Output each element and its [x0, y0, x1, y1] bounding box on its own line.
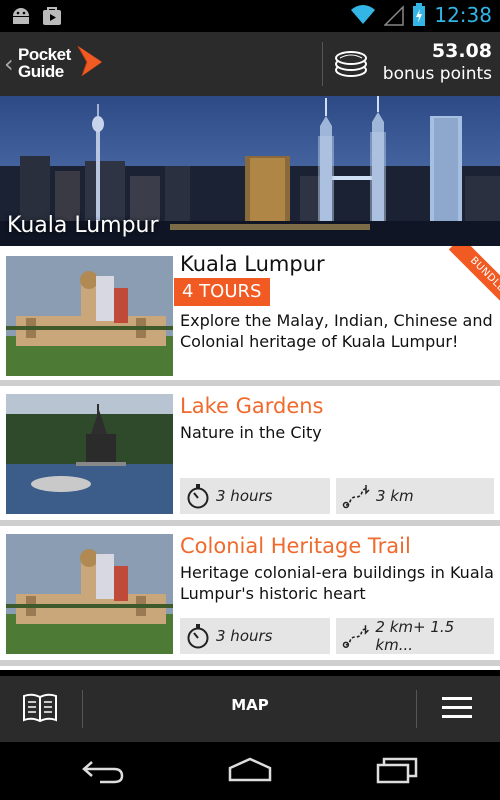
tour-thumbnail — [6, 534, 173, 654]
hamburger-menu-icon[interactable] — [442, 696, 472, 720]
stopwatch-icon — [187, 484, 209, 509]
sultan-abdul-samad-building-image — [6, 256, 173, 376]
home-nav-icon[interactable] — [226, 756, 274, 784]
city-hero-banner[interactable]: Kuala Lumpur — [0, 96, 500, 246]
bottom-action-bar: MAP — [0, 676, 500, 742]
tour-description: Explore the Malay, Indian, Chinese and C… — [180, 311, 493, 351]
bottom-divider — [416, 690, 417, 728]
back-chevron-icon[interactable]: ‹ — [4, 50, 14, 78]
tours-count-badge: 4 TOURS — [174, 278, 270, 306]
route-icon — [342, 625, 369, 648]
recent-apps-nav-icon[interactable] — [374, 756, 420, 784]
app-header: ‹ Pocket Guide 53.08 bonus points — [0, 32, 500, 96]
logo-text-line2: Guide — [18, 62, 64, 81]
logo-arrow-icon — [77, 45, 102, 77]
hero-title: Kuala Lumpur — [7, 213, 159, 238]
coins-icon[interactable] — [334, 48, 368, 78]
tour-title: Lake Gardens — [180, 394, 324, 418]
tour-card-lake-gardens[interactable]: Lake Gardens Nature in the City 3 hours … — [0, 386, 500, 520]
points-label: bonus points — [382, 64, 492, 84]
duration-chip: 3 hours — [180, 478, 330, 514]
points-value: 53.08 — [431, 40, 492, 62]
national-monument-image — [6, 394, 173, 514]
map-button[interactable]: MAP — [200, 696, 300, 714]
tour-card-partial[interactable] — [0, 666, 500, 670]
bundle-ribbon: BUNDLE — [438, 246, 500, 308]
tour-description: Heritage colonial-era buildings in Kuala… — [180, 563, 494, 603]
play-store-notification-icon — [43, 7, 61, 25]
clock: 12:38 — [434, 3, 492, 27]
tour-card-colonial-heritage[interactable]: Colonial Heritage Trail Heritage colonia… — [0, 526, 500, 660]
system-nav-bar — [0, 742, 500, 800]
tour-thumbnail — [6, 394, 173, 514]
duration-text: 3 hours — [216, 627, 273, 645]
pocket-guide-logo[interactable]: Pocket Guide — [18, 44, 108, 88]
bonus-points[interactable]: 53.08 bonus points — [383, 40, 492, 84]
distance-text: 2 km+ 1.5 km... — [375, 618, 455, 654]
logo-text-line1: Pocket — [18, 45, 71, 64]
tour-card-bundle[interactable]: Kuala Lumpur 4 TOURS Explore the Malay, … — [0, 246, 500, 380]
tour-title: Kuala Lumpur — [180, 252, 325, 276]
battery-charging-icon — [413, 3, 426, 26]
bundle-ribbon-label: BUNDLE — [448, 246, 500, 308]
back-nav-icon[interactable] — [80, 756, 126, 784]
duration-chip: 3 hours — [180, 618, 330, 654]
header-divider — [322, 42, 323, 86]
bottom-divider — [82, 690, 83, 728]
tour-thumbnail — [6, 256, 173, 376]
android-notification-icon — [13, 8, 29, 24]
wifi-icon — [351, 5, 376, 24]
tour-description: Nature in the City — [180, 423, 322, 442]
colonial-building-image — [6, 534, 173, 654]
distance-chip: 2 km+ 1.5 km... — [336, 618, 494, 654]
route-icon — [342, 485, 370, 509]
distance-text: 3 km — [376, 487, 414, 505]
guidebook-icon[interactable] — [22, 692, 58, 724]
duration-text: 3 hours — [216, 487, 273, 505]
tour-title: Colonial Heritage Trail — [180, 534, 411, 558]
stopwatch-icon — [187, 624, 209, 649]
signal-icon — [384, 5, 405, 26]
tour-list[interactable]: Kuala Lumpur 4 TOURS Explore the Malay, … — [0, 246, 500, 670]
status-bar: 12:38 — [0, 0, 500, 32]
distance-chip: 3 km — [336, 478, 494, 514]
